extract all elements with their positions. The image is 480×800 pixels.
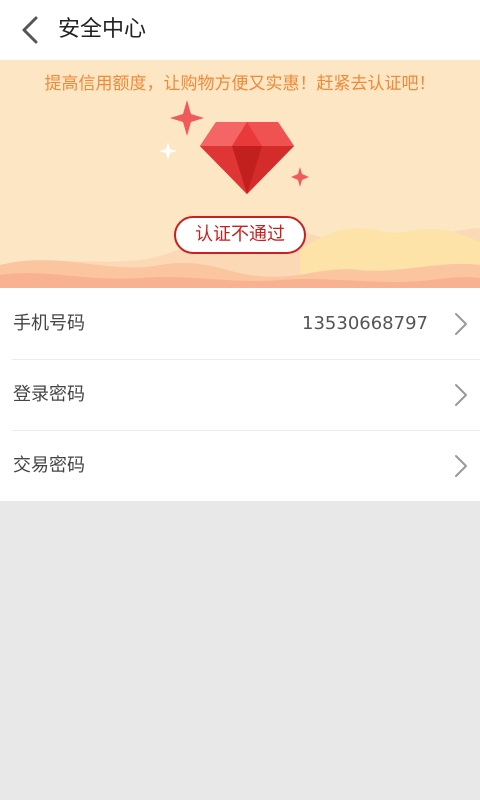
app-header: 安全中心 <box>0 0 480 60</box>
chevron-right-icon <box>455 455 467 477</box>
chevron-left-icon[interactable] <box>14 12 50 48</box>
row-label: 登录密码 <box>13 384 85 405</box>
row-label: 交易密码 <box>13 455 85 476</box>
verification-status-button[interactable]: 认证不通过 <box>174 216 306 254</box>
list-item-login-password[interactable]: 登录密码 <box>0 359 480 430</box>
list-item-trade-password[interactable]: 交易密码 <box>0 430 480 501</box>
security-list: 手机号码 13530668797 登录密码 交易密码 <box>0 288 480 501</box>
diamond-icon <box>200 122 294 194</box>
chevron-right-icon <box>455 384 467 406</box>
row-label: 手机号码 <box>13 313 85 334</box>
row-value: 13530668797 <box>302 313 428 334</box>
page-title: 安全中心 <box>58 17 147 42</box>
list-item-phone[interactable]: 手机号码 13530668797 <box>0 288 480 359</box>
promo-text: 提高信用额度，让购物方便又实惠！赶紧去认证吧！ <box>44 74 436 94</box>
chevron-right-icon <box>455 313 467 335</box>
verification-banner: 提高信用额度，让购物方便又实惠！赶紧去认证吧！ 认证不通过 <box>0 60 480 288</box>
